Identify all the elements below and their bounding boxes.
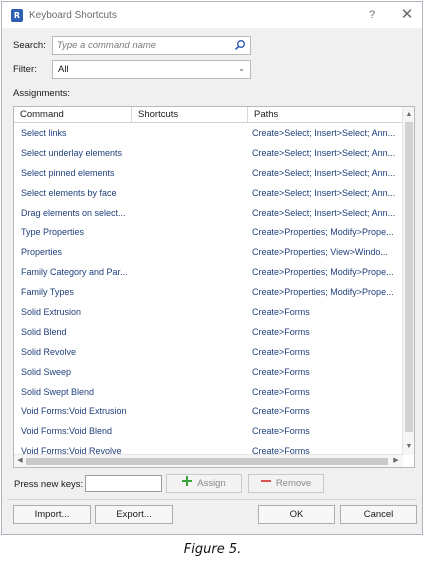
scroll-right-icon[interactable]: ▶ [390, 455, 402, 467]
scroll-up-icon[interactable]: ▲ [403, 109, 414, 121]
table-row[interactable]: Void Forms:Void Revolve Create>Forms [14, 442, 403, 454]
horizontal-scrollbar[interactable]: ◀ ▶ [14, 454, 403, 467]
window-title: Keyboard Shortcuts [29, 10, 117, 21]
command-cell: Select links [21, 128, 67, 138]
table-row[interactable]: Select elements by face Create>Select; In… [14, 184, 403, 204]
column-header-shortcuts[interactable]: Shortcuts [132, 107, 248, 122]
table-row[interactable]: Select pinned elements Create>Select; Ins… [14, 164, 403, 184]
path-cell: Create>Properties; Modify>Prope... [252, 287, 394, 298]
new-keys-input[interactable] [85, 475, 162, 492]
table-row[interactable]: Solid Blend Create>Forms [14, 323, 403, 343]
assignments-table: Command Shortcuts Paths Select links Crea… [13, 106, 415, 468]
import-button[interactable]: Import... [13, 505, 91, 524]
help-button[interactable]: ? [364, 7, 380, 23]
filter-value: All [58, 64, 69, 75]
command-cell: Properties [21, 247, 63, 258]
command-cell: Solid Revolve [21, 346, 77, 357]
search-icon[interactable] [234, 39, 246, 51]
remove-button[interactable]: Remove [248, 474, 324, 493]
assign-label: Assign [197, 478, 226, 490]
table-row[interactable]: Solid Revolve Create>Forms [14, 343, 403, 363]
command-cell: Drag elements on select... [21, 207, 126, 218]
command-cell: Family Types [21, 287, 74, 298]
scroll-left-icon[interactable]: ◀ [14, 455, 26, 467]
assign-button[interactable]: Assign [166, 474, 242, 493]
path-cell: Create>Forms [252, 446, 310, 454]
command-cell: Void Forms:Void Revolve [21, 446, 122, 454]
chevron-down-icon: ⌄ [238, 64, 245, 73]
plus-icon [182, 475, 193, 492]
cancel-button[interactable]: Cancel [340, 505, 417, 524]
search-box[interactable] [52, 36, 251, 55]
path-cell: Create>Forms [252, 426, 310, 437]
minus-icon [260, 475, 271, 492]
export-button[interactable]: Export... [95, 505, 173, 524]
command-cell: Select underlay elements [21, 147, 123, 158]
command-cell: Void Forms:Void Extrusion [21, 406, 127, 417]
path-cell: Create>Forms [252, 366, 310, 377]
column-header-command[interactable]: Command [14, 107, 132, 122]
table-row[interactable]: Solid Extrusion Create>Forms [14, 303, 403, 323]
ok-button[interactable]: OK [258, 505, 335, 524]
table-header: Command Shortcuts Paths [14, 107, 403, 123]
divider [7, 499, 417, 500]
filter-dropdown[interactable]: All ⌄ [52, 60, 251, 79]
table-row[interactable]: Void Forms:Void Blend Create>Forms [14, 422, 403, 442]
scroll-down-icon[interactable]: ▼ [403, 441, 414, 453]
path-cell: Create>Select; Insert>Select; Ann... [252, 207, 396, 218]
command-cell: Void Forms:Void Blend [21, 426, 113, 437]
path-cell: Create>Forms [252, 307, 310, 318]
path-cell: Create>Select; Insert>Select; Ann... [252, 147, 396, 158]
figure-caption: Figure 5. [183, 542, 242, 557]
table-row[interactable]: Family Category and Par... Create>Propert… [14, 263, 403, 283]
table-row[interactable]: Properties Create>Properties; View>Windo.… [14, 243, 403, 263]
command-cell: Type Properties [21, 227, 85, 238]
column-header-paths[interactable]: Paths [248, 107, 403, 122]
command-cell: Select elements by face [21, 187, 117, 198]
path-cell: Create>Select; Insert>Select; Ann... [252, 128, 396, 138]
press-new-keys-label: Press new keys: [14, 479, 84, 490]
assignments-label: Assignments: [13, 88, 71, 99]
title-bar: R Keyboard Shortcuts ? ✕ [2, 2, 422, 28]
path-cell: Create>Properties; Modify>Prope... [252, 227, 394, 238]
close-button[interactable]: ✕ [398, 6, 416, 24]
command-cell: Solid Sweep [21, 366, 72, 377]
path-cell: Create>Select; Insert>Select; Ann... [252, 187, 396, 198]
table-row[interactable]: Type Properties Create>Properties; Modify… [14, 223, 403, 243]
remove-label: Remove [275, 478, 312, 490]
table-row[interactable]: Void Forms:Void Extrusion Create>Forms [14, 402, 403, 422]
path-cell: Create>Forms [252, 406, 310, 417]
path-cell: Create>Forms [252, 326, 310, 337]
table-row[interactable]: Drag elements on select... Create>Select;… [14, 204, 403, 224]
filter-label: Filter: [13, 64, 37, 75]
path-cell: Create>Forms [252, 346, 310, 357]
command-cell: Solid Swept Blend [21, 386, 95, 397]
keyboard-shortcuts-dialog: R Keyboard Shortcuts ? ✕ Search: Filter:… [1, 1, 423, 535]
command-cell: Solid Extrusion [21, 307, 82, 318]
vertical-scrollbar[interactable]: ▲ ▼ [402, 107, 414, 455]
path-cell: Create>Properties; View>Windo... [252, 247, 388, 258]
search-label: Search: [13, 40, 46, 51]
path-cell: Create>Properties; Modify>Prope... [252, 267, 394, 278]
table-body: Select links Create>Select; Insert>Select… [14, 124, 403, 454]
command-cell: Select pinned elements [21, 167, 115, 178]
table-row[interactable]: Family Types Create>Properties; Modify>Pr… [14, 283, 403, 303]
horizontal-scroll-thumb[interactable] [26, 458, 388, 465]
vertical-scroll-thumb[interactable] [405, 122, 413, 432]
app-icon: R [11, 9, 23, 22]
table-row[interactable]: Solid Sweep Create>Forms [14, 363, 403, 383]
table-row[interactable]: Select underlay elements Create>Select; I… [14, 144, 403, 164]
table-row[interactable]: Solid Swept Blend Create>Forms [14, 383, 403, 403]
table-row[interactable]: Select links Create>Select; Insert>Select… [14, 124, 403, 144]
search-input[interactable] [53, 37, 231, 54]
path-cell: Create>Forms [252, 386, 310, 397]
path-cell: Create>Select; Insert>Select; Ann... [252, 167, 396, 178]
command-cell: Solid Blend [21, 326, 67, 337]
command-cell: Family Category and Par... [21, 267, 128, 278]
